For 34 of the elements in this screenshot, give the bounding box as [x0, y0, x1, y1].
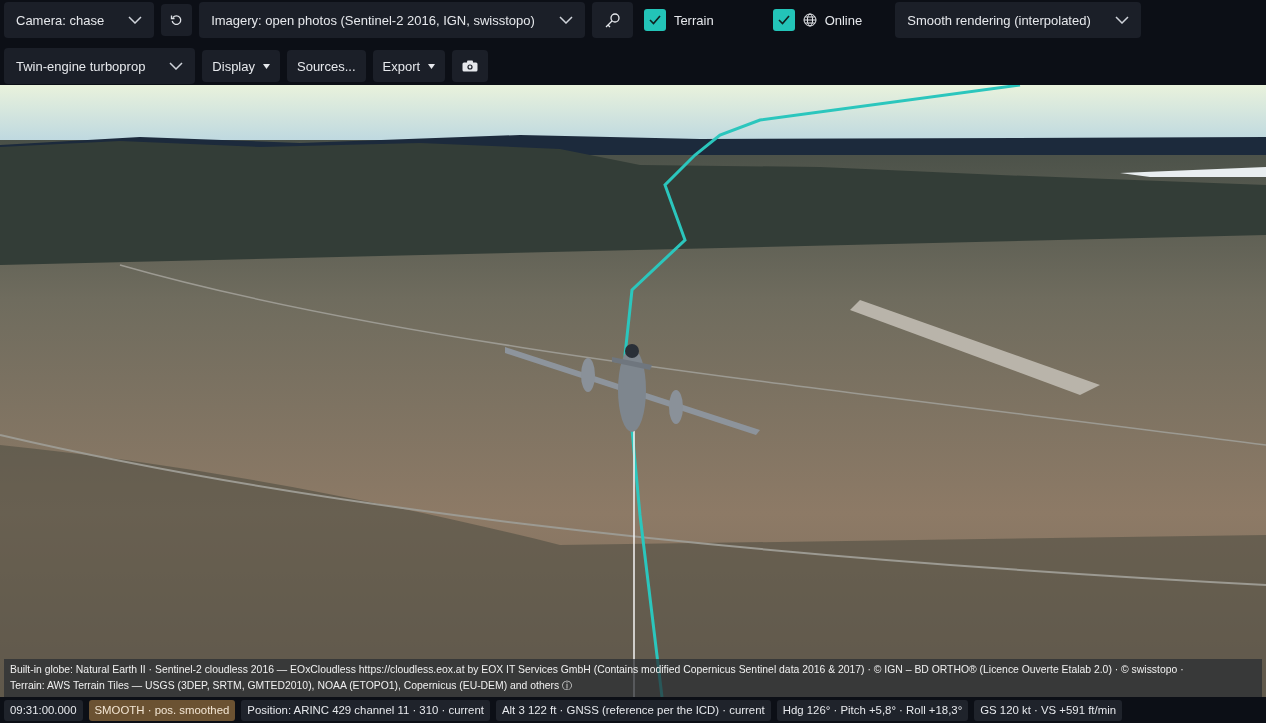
attribution-text: Built-in globe: Natural Earth II · Sentinel-2 cloudless 2016 — EOxCloudless https://cloudless.eox.at by EOX IT Services GmbH (Contains modified Copernicus Sentinel data 2016 & 2017) · © IGN – BD ORTHO® (Licence Ouverte Etalab 2.0) · © swisstopo · — [10, 663, 1185, 677]
checkmark-icon — [647, 14, 662, 26]
status-chip: SMOOTH · pos. smoothed — [88, 699, 236, 721]
checkmark-icon — [776, 14, 791, 26]
checkbox-label: Terrain — [673, 12, 714, 28]
menu-button[interactable]: Export — [372, 50, 446, 82]
chevron-down-icon — [128, 16, 143, 24]
reset-button[interactable] — [161, 4, 193, 36]
checkbox-label: Online — [824, 12, 863, 28]
dropdown[interactable]: Smooth rendering (interpolated) — [895, 2, 1141, 38]
chevron-down-icon — [558, 16, 573, 24]
camera-icon — [462, 60, 479, 72]
caret-icon — [428, 63, 436, 69]
attribution-text: Terrain: AWS Terrain Tiles — USGS (3DEP, SRTM, GMTED2010), NOAA (ETOPO1), Copernicus (EU-DEM) and others ⓘ — [10, 679, 574, 693]
status-chip: Hdg 126° · Pitch +5,8° · Roll +18,3° — [776, 699, 969, 721]
status-chip: Position: ARINC 429 channel 11 · 310 · current — [241, 699, 490, 721]
globe-icon — [802, 13, 817, 27]
dropdown[interactable]: Imagery: open photos (Sentinel-2 2016, IGN, swisstopo) — [199, 2, 585, 38]
dropdown[interactable]: Twin-engine turboprop — [4, 48, 196, 84]
sources-button[interactable]: Sources... — [287, 50, 366, 82]
key-icon — [603, 11, 621, 29]
status-chip: 09:31:00.000 — [4, 699, 83, 721]
checkbox[interactable] — [643, 9, 666, 31]
screenshot-button[interactable] — [452, 50, 489, 82]
checkbox[interactable] — [772, 9, 795, 31]
menu-button[interactable]: Display — [202, 50, 280, 82]
dropdown[interactable]: Camera: chase — [4, 2, 155, 38]
reset-icon — [170, 13, 184, 27]
status-chip: GS 120 kt · VS +591 ft/min — [974, 699, 1123, 721]
chevron-down-icon — [1114, 16, 1129, 24]
caret-icon — [263, 63, 270, 69]
chevron-down-icon — [169, 62, 184, 70]
key-button[interactable] — [591, 2, 633, 38]
status-chip: Alt 3 122 ft · GNSS (reference per the ICD) · current — [495, 699, 771, 721]
